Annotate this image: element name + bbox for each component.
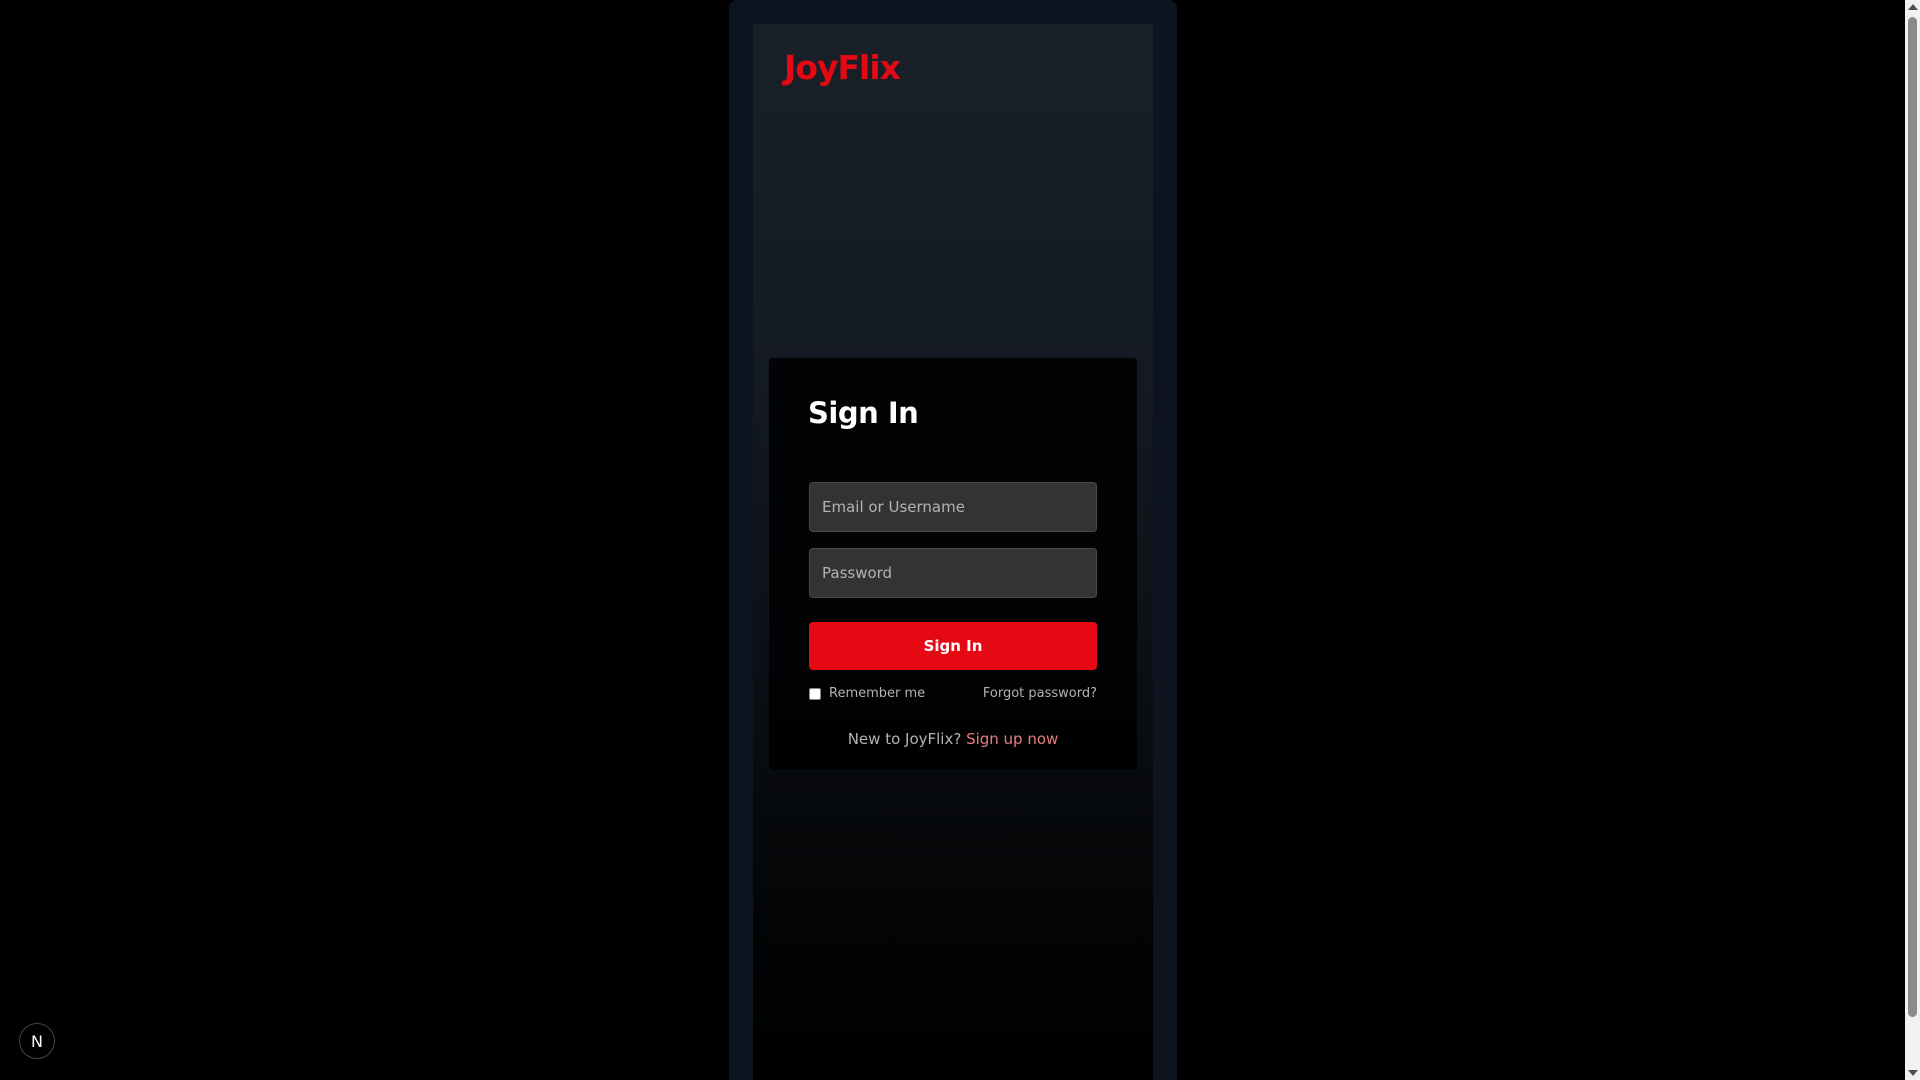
- signup-prompt: New to JoyFlix? Sign up now: [769, 730, 1137, 748]
- scroll-down-arrow-icon[interactable]: [1908, 1070, 1918, 1076]
- signup-link[interactable]: Sign up now: [966, 730, 1058, 748]
- signin-card: Sign In Sign In Remember me Forgot passw…: [769, 358, 1137, 770]
- login-page: JoyFlix Sign In Sign In Remember me Forg…: [753, 24, 1153, 1080]
- signin-button[interactable]: Sign In: [809, 622, 1097, 670]
- joyflix-logo[interactable]: JoyFlix: [784, 48, 901, 87]
- password-input[interactable]: [809, 548, 1097, 598]
- scroll-up-arrow-icon[interactable]: [1908, 4, 1918, 10]
- signin-title: Sign In: [808, 396, 919, 430]
- scrollbar-thumb[interactable]: [1908, 17, 1917, 1017]
- remember-me-label: Remember me: [829, 686, 926, 701]
- email-username-input[interactable]: [809, 482, 1097, 532]
- signin-options-row: Remember me Forgot password?: [809, 686, 1097, 706]
- remember-me[interactable]: Remember me: [809, 686, 925, 701]
- vertical-scrollbar[interactable]: [1905, 0, 1920, 1080]
- browser-viewport: JoyFlix Sign In Sign In Remember me Forg…: [0, 0, 1905, 1080]
- signup-prompt-text: New to JoyFlix?: [847, 730, 967, 748]
- remember-me-checkbox[interactable]: [809, 687, 821, 700]
- nextjs-dev-indicator-icon[interactable]: N: [19, 1023, 55, 1059]
- forgot-password-link[interactable]: Forgot password?: [983, 686, 1097, 701]
